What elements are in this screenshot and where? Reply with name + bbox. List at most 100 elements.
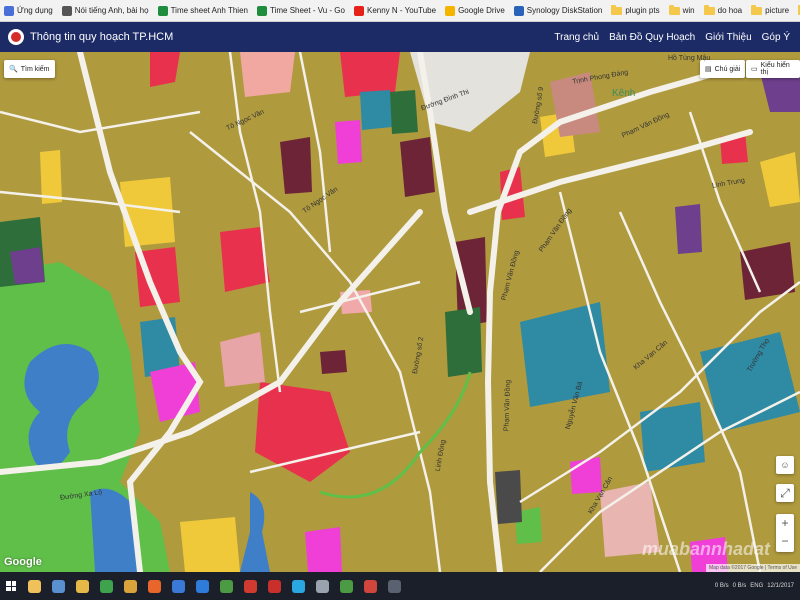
notepad-taskbar-button[interactable] [311,575,333,597]
skype-taskbar-button[interactable] [287,575,309,597]
bookmark-label: Nói tiếng Anh, bài họ [74,6,149,15]
kenh-label: Kênh [612,88,636,99]
sheets-icon [157,5,168,16]
edge-icon [195,579,209,593]
bookmark-label: win [682,6,695,15]
app-title[interactable]: Thông tin quy hoạch TP.HCM [30,31,173,43]
health-zone-3 [570,457,602,494]
sheets-icon [256,5,267,16]
zoom-out-button[interactable]: − [776,532,794,550]
industry-zone-1 [675,204,702,254]
system-tray: 0 B/s 0 B/s ENG 12/1/2017 [715,582,800,590]
nav-feedback[interactable]: Góp Ý [762,32,790,43]
bookmark-label: Kenny N - YouTube [366,6,437,15]
red-app-icon [363,579,377,593]
bookmark-item[interactable]: Time sheet Anh Thien [154,0,253,21]
file-explorer-taskbar-button[interactable] [23,575,45,597]
display-mode-button[interactable]: ▭ Kiểu hiển thị [746,60,800,78]
bookmark-item[interactable]: Nói tiếng Anh, bài họ [58,0,154,21]
bookmark-item[interactable]: plugin pts [607,0,664,21]
file-explorer-icon [27,579,41,593]
education-zone-5 [360,90,392,130]
bookmark-label: do hoa [717,6,743,15]
fullscreen-icon[interactable]: ⤢ [776,484,794,502]
map-attribution[interactable]: Map data ©2017 Google | Terms of Use [706,564,800,572]
nav-about[interactable]: Giới Thiệu [705,32,751,43]
pdf-icon [243,579,257,593]
yellow-zone-2 [180,517,240,572]
taskbar-apps [22,575,406,597]
greenbelt-zone-2 [390,90,418,134]
winamp-icon [123,579,137,593]
search-button[interactable]: 🔍 Tìm kiếm [4,60,55,78]
language-indicator[interactable]: ENG [750,583,763,589]
media-player-taskbar-button[interactable] [167,575,189,597]
legend-button[interactable]: ▤ Chú giải [700,60,746,78]
greenbelt-zone-1 [445,307,482,377]
synology-icon [513,5,524,16]
apps-grid-icon [4,5,14,16]
terminal-icon [387,579,401,593]
pdf-taskbar-button[interactable] [239,575,261,597]
clock-date[interactable]: 12/1/2017 [767,582,794,590]
planning-map[interactable]: 🔍 Tìm kiếm ▤ Chú giải ▭ Kiểu hiển thị Tô… [0,52,800,572]
firefox-icon [147,579,161,593]
nav-home[interactable]: Trang chủ [554,32,599,43]
camtasia-icon [99,579,113,593]
youtube-icon [353,5,364,16]
app-logo-icon[interactable] [8,29,24,45]
legend-doc-icon: ▤ [705,66,712,73]
camtasia-taskbar-button[interactable] [95,575,117,597]
religion-zone-1 [400,137,435,197]
bookmark-label: Synology DiskStation [526,6,603,15]
bookmark-item[interactable]: picture [747,0,794,21]
windows-taskbar: 0 B/s 0 B/s ENG 12/1/2017 [0,572,800,600]
chrome-active-taskbar-button[interactable] [335,575,357,597]
notepad-icon [315,579,329,593]
red-app-taskbar-button[interactable] [359,575,381,597]
start-button[interactable] [0,572,22,600]
bookmark-label: Ứng dụng [17,6,53,15]
windows-logo-icon [6,581,16,591]
folder-taskbar-button[interactable] [71,575,93,597]
terminal-taskbar-button[interactable] [383,575,405,597]
religion-zone-4 [280,137,312,194]
bookmark-site-icon [61,5,72,16]
zoom-in-button[interactable]: + [776,514,794,532]
bookmark-label: picture [765,6,790,15]
winamp-taskbar-button[interactable] [119,575,141,597]
firefox-taskbar-button[interactable] [143,575,165,597]
bookmark-item[interactable]: Google Drive [441,0,510,21]
folder-icon [611,4,623,15]
bookmark-label: Time Sheet - Vu - Go [269,6,345,15]
education-zone-4 [640,402,705,472]
nav-planning-map[interactable]: Bản Đồ Quy Hoạch [609,32,695,43]
zoom-control: + − [776,514,794,552]
bookmark-item[interactable]: do hoa [700,0,747,21]
bookmark-item[interactable]: Synology DiskStation [510,0,608,21]
street-view-pegman-icon[interactable]: ☺ [776,456,794,474]
edge-taskbar-button[interactable] [191,575,213,597]
folder-icon [668,4,680,15]
bookmark-item[interactable]: Time Sheet - Vu - Go [253,0,350,21]
media-player-icon [171,579,185,593]
search-icon: 🔍 [9,66,18,73]
bookmark-item[interactable]: Kenny N - YouTube [350,0,441,21]
bookmark-item[interactable]: Ứng dụng [0,0,58,21]
public-zone-4 [340,52,400,97]
folder-icon [703,4,715,15]
yellow-zone-1 [120,177,175,247]
bookmark-label: plugin pts [625,6,660,15]
health-zone-4 [305,527,342,572]
drive-icon [445,5,456,16]
acrobat-taskbar-button[interactable] [263,575,285,597]
google-logo: Google [4,556,42,568]
app-header: Thông tin quy hoạch TP.HCM Trang chủ Bản… [0,22,800,52]
map-canvas[interactable] [0,52,800,572]
store-taskbar-button[interactable] [47,575,69,597]
bookmark-item[interactable]: win [665,0,700,21]
map-layers-icon: ▭ [751,66,758,73]
bookmark-item[interactable]: office [794,0,800,21]
religion-zone-5 [320,350,347,374]
chrome-taskbar-button[interactable] [215,575,237,597]
